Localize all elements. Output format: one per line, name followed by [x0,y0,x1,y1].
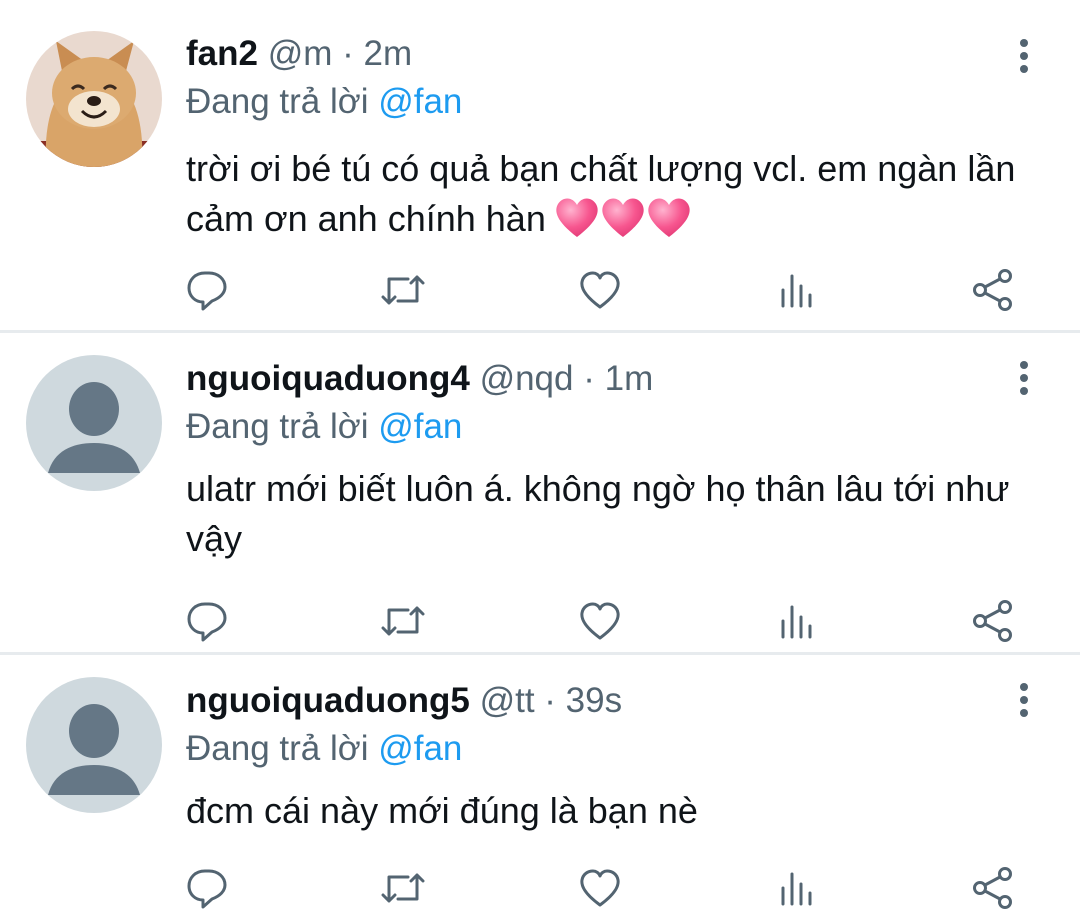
share-button[interactable] [968,863,1018,913]
analytics-button[interactable] [772,596,822,646]
retweet-icon [381,606,425,636]
like-icon [580,271,620,309]
dog-avatar-image [26,31,162,167]
analytics-icon [781,872,812,906]
tweet-header: nguoiquaduong4 @nqd · 1m [186,358,653,400]
replying-to: Đang trả lời @fan [186,406,462,448]
analytics-icon [781,274,812,308]
default-profile-icon [26,677,162,813]
like-button[interactable] [575,265,625,315]
retweet-button[interactable] [378,863,428,913]
reply-button[interactable] [182,863,232,913]
heart-emoji-icon [556,198,690,237]
tweet[interactable]: nguoiquaduong5 @tt · 39s Đang trả lời @f… [0,655,1080,921]
timestamp[interactable]: 1m [605,359,654,398]
timestamp[interactable]: 2m [364,34,413,73]
user-handle[interactable]: @nqd [480,359,574,398]
replying-to-label: Đang trả lời [186,82,369,121]
more-options-icon[interactable] [1010,360,1038,396]
reply-feed: fan2 @m · 2m Đang trả lời @fan trời ơi b… [0,0,1080,921]
separator: · [544,681,556,720]
tweet-actions [0,596,1080,646]
default-profile-icon [26,355,162,491]
retweet-icon [381,873,425,903]
share-icon [973,867,1012,909]
reply-icon [187,602,227,642]
reply-button[interactable] [182,265,232,315]
mention-link[interactable]: @fan [378,407,462,446]
tweet-text: trời ơi bé tú có quả bạn chất lượng vcl.… [186,144,1046,252]
tweet-text: ulatr mới biết luôn á. không ngờ họ thân… [186,464,1046,564]
tweet-body-text: đcm cái này mới đúng là bạn nè [186,790,698,831]
retweet-button[interactable] [378,596,428,646]
tweet-text: đcm cái này mới đúng là bạn nè [186,786,1046,836]
mention-link[interactable]: @fan [378,82,462,121]
mention-link[interactable]: @fan [378,729,462,768]
share-icon [973,269,1012,311]
reply-button[interactable] [182,596,232,646]
avatar[interactable] [26,31,162,167]
more-options-icon[interactable] [1010,682,1038,718]
avatar[interactable] [26,355,162,491]
share-button[interactable] [968,596,1018,646]
replying-to: Đang trả lời @fan [186,728,462,770]
tweet-body-text: ulatr mới biết luôn á. không ngờ họ thân… [186,468,1010,559]
like-icon [580,602,620,640]
replying-to-label: Đang trả lời [186,729,369,768]
tweet[interactable]: fan2 @m · 2m Đang trả lời @fan trời ơi b… [0,0,1080,330]
tweet-header: nguoiquaduong5 @tt · 39s [186,680,622,722]
pink-hearts-emoji [554,195,692,252]
user-handle[interactable]: @m [268,34,333,73]
analytics-button[interactable] [772,863,822,913]
display-name[interactable]: nguoiquaduong5 [186,681,470,720]
retweet-icon [381,275,425,305]
like-button[interactable] [575,863,625,913]
like-button[interactable] [575,596,625,646]
replying-to: Đang trả lời @fan [186,81,462,123]
tweet-header: fan2 @m · 2m [186,33,412,75]
user-handle[interactable]: @tt [480,681,535,720]
display-name[interactable]: fan2 [186,34,258,73]
reply-icon [187,869,227,909]
analytics-button[interactable] [772,265,822,315]
more-options-icon[interactable] [1010,38,1038,74]
share-icon [973,600,1012,642]
tweet-actions [0,265,1080,315]
reply-icon [187,271,227,311]
share-button[interactable] [968,265,1018,315]
tweet-actions [0,863,1080,913]
timestamp[interactable]: 39s [566,681,622,720]
like-icon [580,869,620,907]
display-name[interactable]: nguoiquaduong4 [186,359,470,398]
separator: · [342,34,354,73]
separator: · [583,359,595,398]
replying-to-label: Đang trả lời [186,407,369,446]
tweet[interactable]: nguoiquaduong4 @nqd · 1m Đang trả lời @f… [0,333,1080,652]
avatar[interactable] [26,677,162,813]
retweet-button[interactable] [378,265,428,315]
analytics-icon [781,605,812,639]
